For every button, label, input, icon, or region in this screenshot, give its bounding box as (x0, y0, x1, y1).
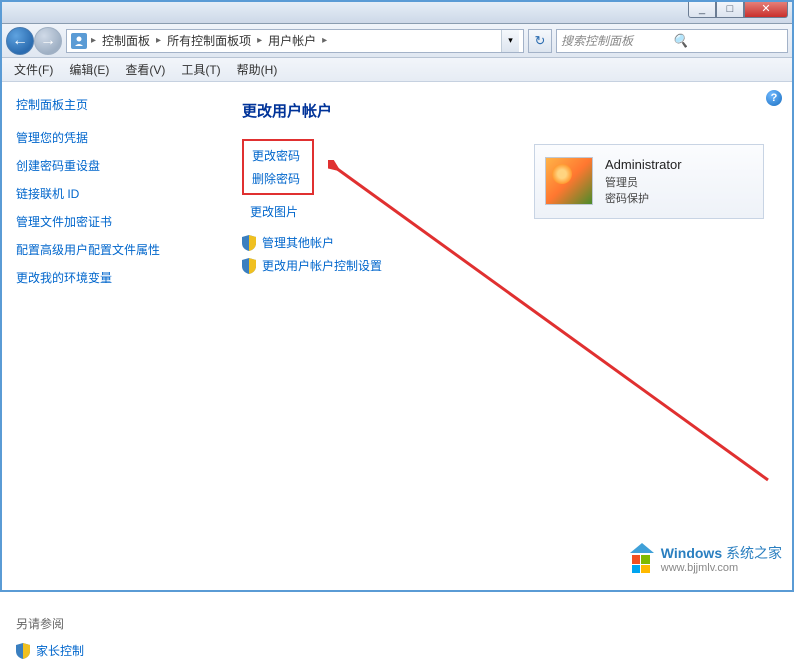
maximize-button[interactable]: □ (716, 0, 744, 18)
sidebar-profile-link[interactable]: 配置高级用户配置文件属性 (16, 241, 202, 258)
minimize-button[interactable]: _ (688, 0, 716, 18)
sidebar-env-vars-link[interactable]: 更改我的环境变量 (16, 269, 202, 286)
user-card: Administrator 管理员 密码保护 (534, 144, 764, 219)
user-role: 管理员 (605, 175, 682, 192)
breadcrumb: ▸ 控制面板 ▸ 所有控制面板项 ▸ 用户帐户 ▸ (91, 30, 501, 51)
menu-file[interactable]: 文件(F) (6, 58, 61, 81)
sidebar-online-id-link[interactable]: 链接联机 ID (16, 185, 202, 202)
watermark: Windows 系统之家 www.bjjmlv.com (627, 546, 782, 574)
sidebar-reset-disk-link[interactable]: 创建密码重设盘 (16, 157, 202, 174)
refresh-button[interactable]: ↻ (528, 29, 552, 53)
title-bar: _ □ ✕ (0, 0, 794, 24)
shield-icon (242, 258, 256, 274)
crumb-control-panel[interactable]: 控制面板 (98, 30, 154, 51)
menu-bar: 文件(F) 编辑(E) 查看(V) 工具(T) 帮助(H) (0, 58, 794, 82)
help-icon[interactable]: ? (766, 90, 782, 106)
watermark-title: Windows 系统之家 (661, 546, 782, 561)
content-area: 控制面板主页 管理您的凭据 创建密码重设盘 链接联机 ID 管理文件加密证书 配… (0, 82, 794, 588)
uac-settings-link[interactable]: 更改用户帐户控制设置 (242, 257, 770, 274)
forward-button[interactable]: → (34, 27, 62, 55)
search-input[interactable]: 搜索控制面板 🔍 (556, 29, 788, 53)
back-button[interactable]: ← (6, 27, 34, 55)
menu-view[interactable]: 查看(V) (117, 58, 173, 81)
close-button[interactable]: ✕ (744, 0, 788, 18)
address-dropdown[interactable]: ▾ (501, 30, 519, 52)
watermark-url: www.bjjmlv.com (661, 562, 782, 574)
window-controls: _ □ ✕ (688, 0, 788, 20)
shield-icon (242, 235, 256, 251)
chevron-right-icon: ▸ (322, 35, 327, 46)
manage-accounts-link[interactable]: 管理其他帐户 (242, 234, 770, 251)
sidebar-parental-link[interactable]: 家长控制 (16, 642, 202, 659)
address-bar[interactable]: ▸ 控制面板 ▸ 所有控制面板项 ▸ 用户帐户 ▸ ▾ (66, 29, 524, 53)
search-icon: 🔍 (672, 33, 783, 49)
menu-tools[interactable]: 工具(T) (173, 58, 228, 81)
sidebar-home-link[interactable]: 控制面板主页 (16, 96, 202, 113)
sidebar-certificates-link[interactable]: 管理文件加密证书 (16, 213, 202, 230)
watermark-logo-icon (627, 546, 655, 574)
menu-help[interactable]: 帮助(H) (229, 58, 286, 81)
avatar (545, 157, 593, 205)
crumb-user-accounts[interactable]: 用户帐户 (264, 30, 320, 51)
crumb-all-items[interactable]: 所有控制面板项 (163, 30, 255, 51)
chevron-right-icon: ▸ (91, 35, 96, 46)
shield-icon (16, 643, 30, 659)
page-title: 更改用户帐户 (242, 100, 770, 121)
sidebar: 控制面板主页 管理您的凭据 创建密码重设盘 链接联机 ID 管理文件加密证书 配… (0, 82, 218, 588)
menu-edit[interactable]: 编辑(E) (61, 58, 117, 81)
sidebar-credentials-link[interactable]: 管理您的凭据 (16, 129, 202, 146)
chevron-right-icon: ▸ (257, 35, 262, 46)
delete-password-link[interactable]: 删除密码 (252, 170, 300, 187)
search-placeholder: 搜索控制面板 (561, 32, 672, 49)
navigation-bar: ← → ▸ 控制面板 ▸ 所有控制面板项 ▸ 用户帐户 ▸ ▾ ↻ 搜索控制面板… (0, 24, 794, 58)
change-password-link[interactable]: 更改密码 (252, 147, 300, 164)
location-icon (71, 33, 87, 49)
highlight-annotation: 更改密码 删除密码 (242, 139, 314, 195)
manage-accounts-label: 管理其他帐户 (262, 234, 334, 251)
sidebar-parental-label: 家长控制 (36, 642, 84, 659)
nav-buttons: ← → (6, 27, 62, 55)
user-name: Administrator (605, 155, 682, 175)
uac-settings-label: 更改用户帐户控制设置 (262, 257, 382, 274)
sidebar-see-also-label: 另请参阅 (16, 615, 202, 632)
main-panel: ? 更改用户帐户 更改密码 删除密码 更改图片 管理其他帐户 更改用户帐户控制设… (218, 82, 794, 588)
user-info: Administrator 管理员 密码保护 (605, 155, 682, 208)
chevron-right-icon: ▸ (156, 35, 161, 46)
user-status: 密码保护 (605, 191, 682, 208)
